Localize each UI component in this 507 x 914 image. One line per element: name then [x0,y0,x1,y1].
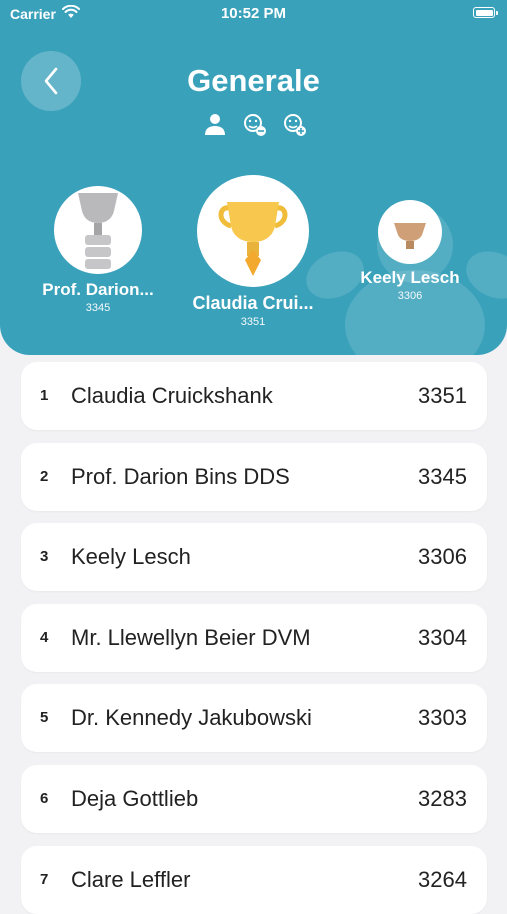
leaderboard-row[interactable]: 5 Dr. Kennedy Jakubowski 3303 [21,684,487,752]
row-name: Claudia Cruickshank [71,383,273,408]
podium-third-name: Keely Lesch [360,268,460,287]
podium-second-name: Prof. Darion... [42,280,154,299]
row-rank: 3 [40,548,49,565]
podium-first-name: Claudia Crui... [192,293,314,313]
row-score: 3283 [418,786,467,811]
row-name: Keely Lesch [71,544,191,569]
row-score: 3345 [418,464,467,489]
leaderboard-row[interactable]: 1 Claudia Cruickshank 3351 [21,362,487,430]
leaderboard-row[interactable]: 3 Keely Lesch 3306 [21,523,487,591]
row-score: 3304 [418,625,467,650]
silver-trophy-icon [54,186,142,274]
podium-first[interactable]: Claudia Crui... 3351 [173,175,333,328]
row-rank: 7 [40,871,49,888]
row-name: Clare Leffler [71,867,191,892]
row-rank: 2 [40,468,49,485]
filter-icons [200,112,310,138]
gold-trophy-icon [197,175,309,287]
row-score: 3303 [418,705,467,730]
clock: 10:52 PM [220,5,287,22]
row-name: Dr. Kennedy Jakubowski [71,705,312,730]
group-minus-icon[interactable] [242,112,268,138]
leaderboard-row[interactable]: 2 Prof. Darion Bins DDS 3345 [21,443,487,511]
row-name: Deja Gottlieb [71,786,199,811]
group-plus-icon[interactable] [282,112,308,138]
row-name: Mr. Llewellyn Beier DVM [71,625,311,650]
podium-third[interactable]: Keely Lesch 3306 [330,200,490,302]
status-bar: Carrier 10:52 PM [0,0,507,30]
leaderboard-row[interactable]: 4 Mr. Llewellyn Beier DVM 3304 [21,604,487,672]
row-score: 3306 [418,544,467,569]
row-rank: 1 [40,387,49,404]
row-name: Prof. Darion Bins DDS [71,464,290,489]
row-score: 3351 [418,383,467,408]
row-rank: 6 [40,790,49,807]
person-icon[interactable] [202,112,228,138]
page-title: Generale [187,63,320,98]
leaderboard-row[interactable]: 6 Deja Gottlieb 3283 [21,765,487,833]
bronze-trophy-icon [378,200,442,264]
battery-icon [473,7,498,18]
row-rank: 4 [40,629,49,646]
header: Carrier 10:52 PM Generale Prof. Darion..… [0,0,507,355]
row-rank: 5 [40,709,49,726]
podium-second-score: 3345 [85,302,111,314]
podium-third-score: 3306 [397,290,423,302]
podium-first-score: 3351 [240,316,266,328]
podium-second[interactable]: Prof. Darion... 3345 [18,186,178,314]
row-score: 3264 [418,867,467,892]
leaderboard-row[interactable]: 7 Clare Leffler 3264 [21,846,487,914]
